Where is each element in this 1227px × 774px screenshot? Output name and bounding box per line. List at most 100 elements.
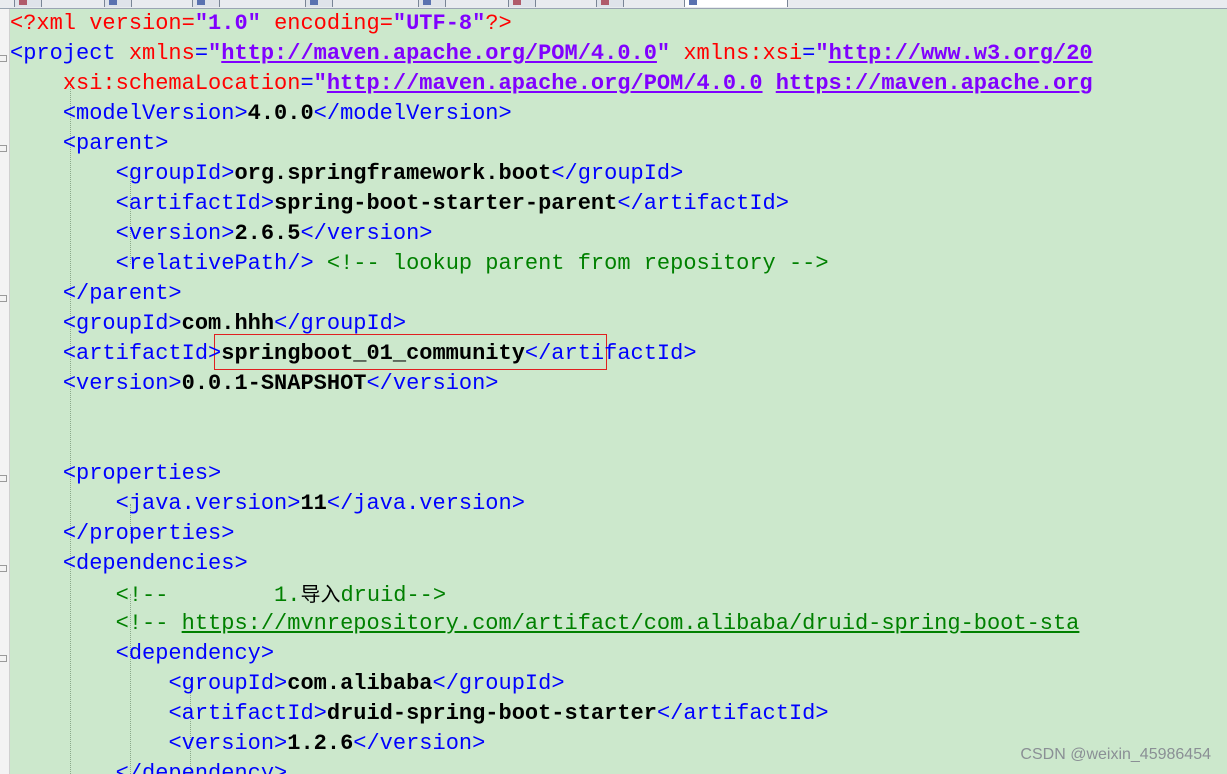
file-tab[interactable] [192,0,220,7]
fold-marker-icon[interactable] [0,295,7,302]
code-token-tag: = [194,41,209,66]
code-token-tag: </properties> [62,521,235,546]
file-tab-active[interactable] [684,0,788,7]
java-file-icon [310,0,318,5]
fold-marker-icon[interactable] [0,565,7,572]
file-tab[interactable] [305,0,333,7]
code-token-link: https://maven.apache.org [775,71,1093,96]
code-token-tag: <artifactId> [62,341,222,366]
code-token-tag: <parent> [62,131,169,156]
code-line[interactable]: <version>0.0.1-SNAPSHOT</version> [10,369,499,399]
code-line[interactable]: <modelVersion>4.0.0</modelVersion> [10,99,512,129]
code-token-pi: = [379,11,393,36]
code-line[interactable]: </parent> [10,279,182,309]
code-token-tag: <dependencies> [62,551,248,576]
fold-marker-icon[interactable] [0,145,7,152]
xml-file-icon [689,0,697,5]
code-token-text: springboot_01_community [221,341,525,366]
file-tab[interactable] [14,0,42,7]
code-token-tag: </artifactId> [617,191,789,216]
code-token-pi: = [181,11,195,36]
code-token-tag: = [802,41,816,66]
code-line[interactable]: <groupId>org.springframework.boot</group… [10,159,684,189]
code-token-comment: <!-- 1. [115,583,301,608]
code-token-text: 2.6.5 [234,221,301,246]
code-token-tag: </modelVersion> [313,101,512,126]
xml-file-icon [601,0,609,5]
code-line[interactable]: <!-- 1.导入druid--> [10,579,446,609]
code-line[interactable]: <artifactId>springboot_01_community</art… [10,339,697,369]
code-token-val: " [656,41,671,66]
file-tab[interactable] [418,0,446,7]
code-token-clink: https://mvnrepository.com/artifact/com.a… [181,611,1080,636]
code-line[interactable]: <java.version>11</java.version> [10,489,525,519]
code-line[interactable]: <project xmlns="http://maven.apache.org/… [10,39,1093,69]
code-line[interactable]: <version>1.2.6</version> [10,729,485,759]
code-line[interactable]: xsi:schemaLocation="http://maven.apache.… [10,69,1093,99]
code-line[interactable]: <groupId>com.hhh</groupId> [10,309,406,339]
java-file-icon [109,0,117,5]
code-token-tag: </java.version> [326,491,525,516]
code-line[interactable]: <parent> [10,129,169,159]
code-token-comment: druid--> [340,583,447,608]
code-line[interactable]: <dependencies> [10,549,248,579]
code-line[interactable]: <relativePath/> <!-- lookup parent from … [10,249,829,279]
code-token-tag: <groupId> [115,161,235,186]
fold-marker-icon[interactable] [0,475,7,482]
code-token-tag: <groupId> [62,311,182,336]
code-token-tag: <dependency> [115,641,275,666]
code-token-text: 1.2.6 [287,731,354,756]
code-token-text: 11 [300,491,327,516]
file-tab[interactable] [104,0,132,7]
fold-marker-icon[interactable] [0,655,7,662]
code-line[interactable]: <artifactId>druid-spring-boot-starter</a… [10,699,828,729]
code-token-tag: <version> [62,371,182,396]
code-token-val: " [208,41,222,66]
code-line[interactable]: <dependency> [10,639,274,669]
code-line[interactable]: </dependency> [10,759,288,774]
code-line[interactable]: <!-- https://mvnrepository.com/artifact/… [10,609,1080,639]
code-token-tag: </version> [300,221,433,246]
code-token-val: "1.0" [194,11,261,36]
code-token-text: com.hhh [181,311,275,336]
code-line[interactable]: </properties> [10,519,235,549]
code-line[interactable]: <?xml version="1.0" encoding="UTF-8"?> [10,9,512,39]
file-tab-strip [0,0,1227,9]
fold-gutter [0,9,10,774]
file-tab[interactable] [508,0,536,7]
code-token-tag: </version> [353,731,486,756]
code-token-tag: <relativePath/> [115,251,314,276]
code-token-tag: <modelVersion> [62,101,248,126]
code-token-tag: </groupId> [274,311,407,336]
code-line[interactable]: <groupId>com.alibaba</groupId> [10,669,564,699]
code-line[interactable]: <artifactId>spring-boot-starter-parent</… [10,189,789,219]
code-token-text: com.alibaba [287,671,433,696]
code-token-tag: <groupId> [168,671,288,696]
code-token-pi: ?> [485,11,512,36]
fold-marker-icon[interactable] [0,55,7,62]
code-line[interactable]: <properties> [10,459,221,489]
csdn-watermark: CSDN @weixin_45986454 [1020,746,1211,763]
code-token-cjk: 导入 [300,582,341,606]
code-line[interactable]: <version>2.6.5</version> [10,219,433,249]
code-token-val [763,71,776,96]
xml-file-icon [513,0,521,5]
code-token-attr: xsi:schemaLocation [62,71,301,96]
code-editor[interactable]: <?xml version="1.0" encoding="UTF-8"?> <p… [10,9,1227,774]
code-token-text: druid-spring-boot-starter [326,701,657,726]
code-token-tag [670,41,683,66]
file-tab[interactable] [596,0,624,7]
